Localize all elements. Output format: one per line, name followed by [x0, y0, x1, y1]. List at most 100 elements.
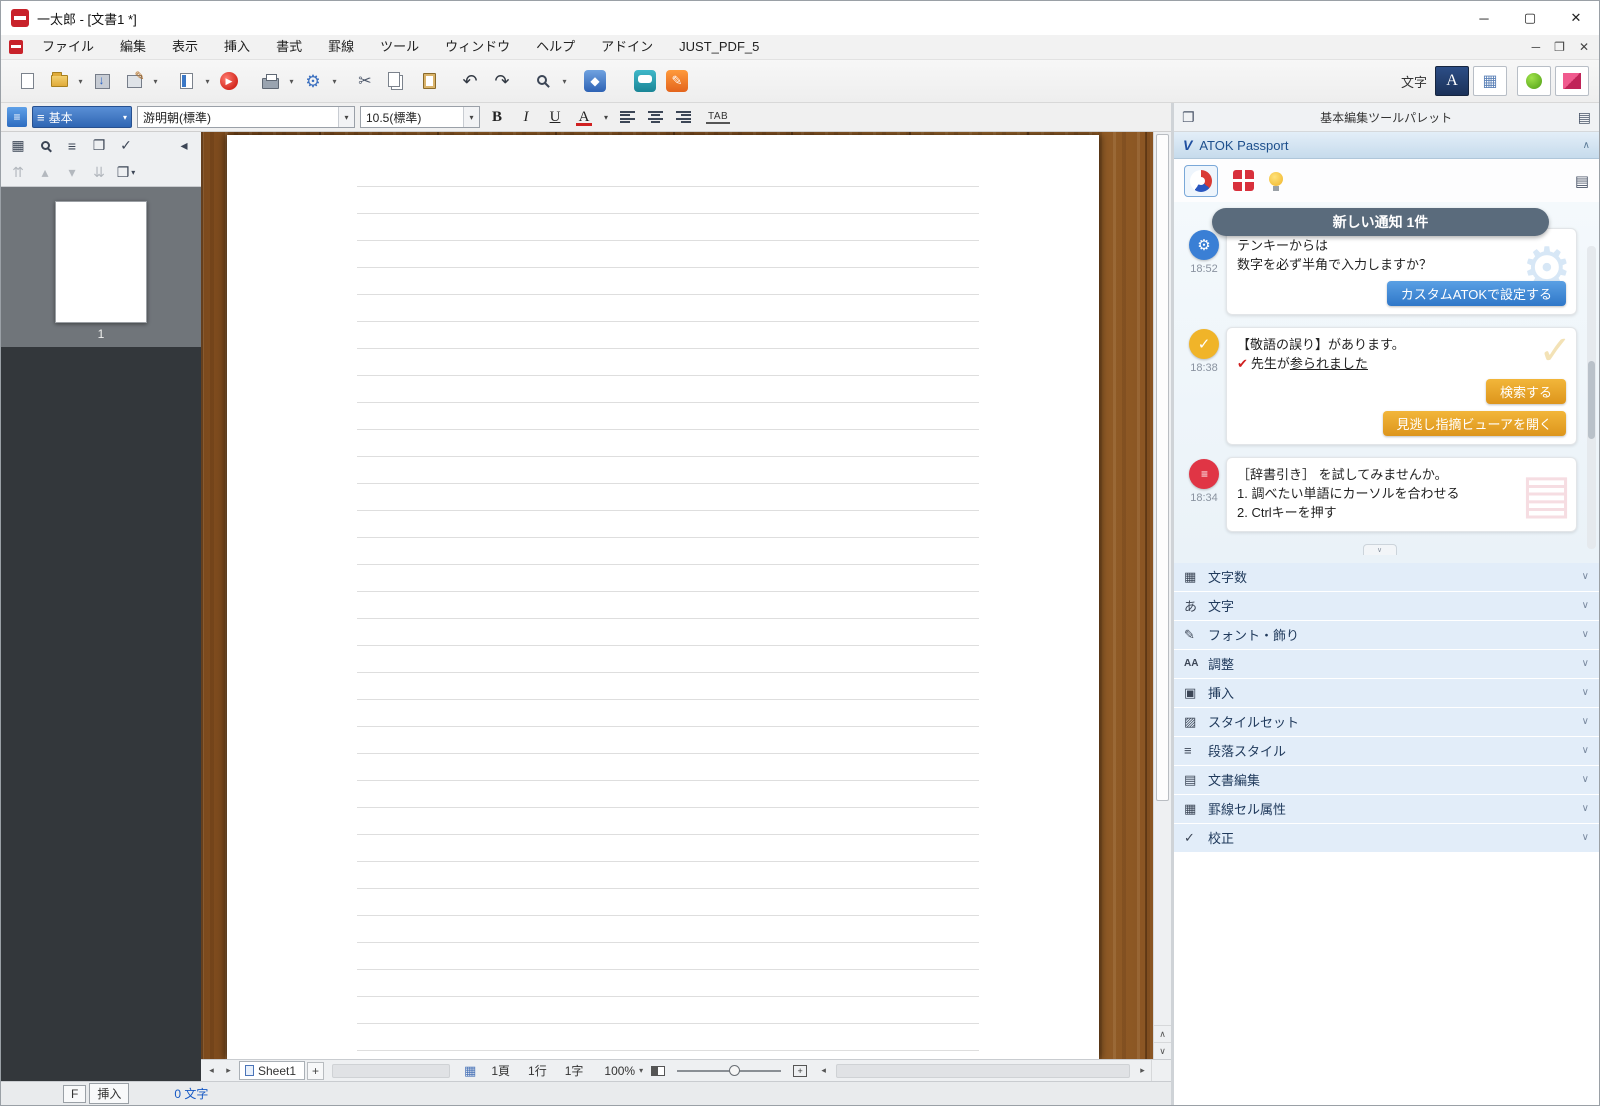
redo-button[interactable]: ↷ [487, 65, 517, 97]
scroll-up-button[interactable]: ∧ [1154, 1025, 1171, 1042]
tab-button[interactable]: TAB [706, 111, 731, 124]
document-page[interactable] [227, 135, 1099, 1059]
sheet-next-button[interactable]: ▸ [220, 1062, 237, 1080]
add-sheet-button[interactable]: + [307, 1061, 325, 1080]
palette-section-char-count[interactable]: ▦ 文字数 ∨ [1174, 562, 1599, 591]
template-mode-button[interactable] [1555, 66, 1589, 96]
page-layout-button[interactable]: ❐ [87, 135, 111, 157]
menu-help[interactable]: ヘルプ [523, 35, 588, 59]
menu-window[interactable]: ウィンドウ [432, 35, 523, 59]
char-edit-mode-button[interactable]: A [1435, 66, 1469, 96]
palette-section-proofread[interactable]: ✓ 校正 ∨ [1174, 823, 1599, 852]
chevron-down-icon[interactable]: ∨ [1582, 803, 1589, 814]
save-as-button[interactable] [119, 65, 149, 97]
page-next-button[interactable]: ▾ [60, 162, 84, 184]
hscroll-left-button[interactable]: ◂ [815, 1062, 832, 1080]
search-correction-button[interactable]: 検索する [1485, 379, 1566, 405]
menu-edit[interactable]: 編集 [107, 35, 159, 59]
scroll-down-button[interactable]: ∨ [1154, 1042, 1171, 1059]
menu-file[interactable]: ファイル [29, 35, 107, 59]
notification-card-dictionary[interactable]: ▤ ［辞書引き］ を試してみませんか。 1. 調べたい単語にカーソルを合わせる … [1226, 457, 1577, 532]
search-dropdown[interactable]: ▾ [559, 65, 570, 97]
menu-just-pdf5[interactable]: JUST_PDF_5 [666, 35, 772, 59]
undo-button[interactable]: ↶ [455, 65, 485, 97]
atok-collapse-icon[interactable]: ∧ [1583, 140, 1590, 151]
chat-tool-button[interactable] [630, 65, 660, 97]
page-menu-button[interactable]: ❐ ▾ [114, 162, 138, 184]
navigation-button[interactable]: ▶ [214, 65, 244, 97]
zoom-value[interactable]: 100% [604, 1064, 635, 1078]
chevron-down-icon[interactable]: ∨ [1582, 571, 1589, 582]
horizontal-scrollbar[interactable] [836, 1063, 1130, 1078]
page-last-button[interactable]: ⇊ [87, 162, 111, 184]
vertical-scrollbar[interactable]: ∧ ∨ [1153, 132, 1171, 1059]
palette-section-adjust[interactable]: AA 調整 ∨ [1174, 649, 1599, 678]
font-color-dropdown[interactable]: ▾ [601, 113, 611, 122]
mdi-minimize-button[interactable]: ─ [1532, 40, 1541, 54]
chevron-down-icon[interactable]: ∨ [1582, 600, 1589, 611]
chevron-down-icon[interactable]: ∨ [1582, 629, 1589, 640]
menu-view[interactable]: 表示 [159, 35, 211, 59]
page-prev-button[interactable]: ▴ [33, 162, 57, 184]
menu-table[interactable]: 罫線 [315, 35, 367, 59]
bold-button[interactable]: B [485, 105, 509, 129]
page-first-button[interactable]: ⇈ [6, 162, 30, 184]
menu-addin[interactable]: アドイン [588, 35, 666, 59]
table-edit-mode-button[interactable]: ▦ [1473, 66, 1507, 96]
open-viewer-button[interactable]: 見逃し指摘ビューアを開く [1382, 411, 1566, 437]
save-button[interactable] [87, 65, 117, 97]
print-dropdown[interactable]: ▾ [286, 65, 297, 97]
chevron-down-icon[interactable]: ∨ [1582, 774, 1589, 785]
print-preview-dropdown[interactable]: ▾ [202, 65, 213, 97]
palette-section-paragraph-style[interactable]: ≡ 段落スタイル ∨ [1174, 736, 1599, 765]
font-color-button[interactable]: A [572, 105, 596, 129]
display-mode-icon[interactable] [651, 1065, 666, 1076]
italic-button[interactable]: I [514, 105, 538, 129]
sheet-scroll-track[interactable] [332, 1063, 451, 1078]
custom-atok-setting-button[interactable]: カスタムATOKで設定する [1386, 280, 1566, 306]
menu-format[interactable]: 書式 [263, 35, 315, 59]
atok-log-icon[interactable]: ▤ [1575, 172, 1589, 190]
palette-section-table-cell-attr[interactable]: ▦ 罫線セル属性 ∨ [1174, 794, 1599, 823]
close-button[interactable]: ✕ [1553, 1, 1599, 35]
mdi-close-button[interactable]: ✕ [1579, 40, 1589, 54]
sheet-tab[interactable]: Sheet1 [239, 1061, 306, 1080]
menu-tools[interactable]: ツール [367, 35, 432, 59]
notification-scrollbar[interactable] [1587, 246, 1596, 549]
page-thumbnail[interactable] [55, 201, 147, 323]
chevron-down-icon[interactable]: ∨ [1582, 687, 1589, 698]
notification-scrollbar-thumb[interactable] [1588, 361, 1595, 440]
zoom-fit-button[interactable]: + [793, 1064, 808, 1077]
palette-section-style-set[interactable]: ▨ スタイルセット ∨ [1174, 707, 1599, 736]
save-as-dropdown[interactable]: ▾ [150, 65, 161, 97]
font-size-combo[interactable]: 10.5(標準) ▾ [360, 106, 480, 128]
font-name-arrow[interactable]: ▾ [338, 107, 354, 127]
minimize-button[interactable]: ─ [1461, 1, 1507, 35]
sheet-prev-button[interactable]: ◂ [203, 1062, 220, 1080]
chevron-down-icon[interactable]: ∨ [1582, 832, 1589, 843]
insert-mode-badge[interactable]: 挿入 [89, 1083, 130, 1104]
drawing-mode-button[interactable] [1517, 66, 1551, 96]
zoom-page-button[interactable] [33, 135, 57, 157]
chevron-down-icon[interactable]: ∨ [1582, 658, 1589, 669]
atok-notifications-button[interactable] [1184, 164, 1218, 197]
font-name-combo[interactable]: 游明朝(標準) ▾ [137, 106, 355, 128]
notification-card-keigo[interactable]: ✓ 【敬語の誤り】があります。 ✔ 先生が参られました 検索する 見逃し指摘ビュー… [1226, 326, 1577, 446]
style-selector[interactable]: ≡ 基本 ▾ [32, 106, 132, 128]
palette-section-document-edit[interactable]: ▤ 文書編集 ∨ [1174, 765, 1599, 794]
chevron-down-icon[interactable]: ∨ [1582, 716, 1589, 727]
print-settings-dropdown[interactable]: ▾ [329, 65, 340, 97]
print-preview-button[interactable] [171, 65, 201, 97]
maximize-button[interactable]: ▢ [1507, 1, 1553, 35]
chevron-down-icon[interactable]: ∨ [1582, 745, 1589, 756]
underline-button[interactable]: U [543, 105, 567, 129]
palette-list-icon[interactable]: ≡ [7, 107, 27, 127]
print-settings-button[interactable]: ⚙ [298, 65, 328, 97]
lightbulb-icon[interactable] [1269, 172, 1283, 191]
font-size-arrow[interactable]: ▾ [463, 107, 479, 127]
copy-button[interactable] [382, 65, 412, 97]
mdi-restore-button[interactable]: ❐ [1554, 40, 1565, 54]
addon-button[interactable]: ◆ [580, 65, 610, 97]
gift-icon[interactable] [1233, 170, 1254, 191]
align-center-button[interactable] [647, 110, 664, 124]
